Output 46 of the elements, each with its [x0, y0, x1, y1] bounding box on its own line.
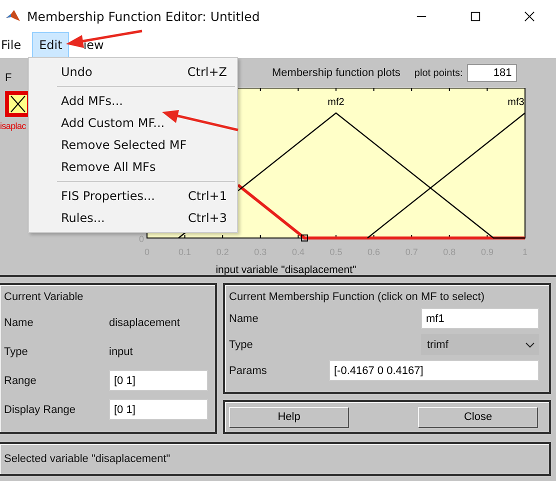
membership-curve[interactable] [238, 112, 525, 239]
dialog-button[interactable]: Close [418, 406, 538, 428]
panel-title: Current Membership Function (click on MF to select) [229, 291, 486, 303]
field-value: disaplacement [109, 316, 180, 328]
plot-title: Membership function plots [272, 67, 400, 79]
variable-block-icon[interactable] [5, 91, 31, 117]
menu-entry[interactable]: FIS Properties... Ctrl+1 [29, 185, 237, 207]
maximize-icon[interactable] [470, 10, 481, 22]
input-field[interactable]: mf1 [421, 308, 539, 329]
handle-icon[interactable] [301, 234, 308, 242]
membership-curve[interactable] [237, 184, 525, 240]
membership-curve[interactable] [367, 112, 526, 238]
menu-entry[interactable]: Remove Selected MF [29, 134, 237, 156]
field-label: Type [4, 346, 29, 358]
panel-title: Current Variable [4, 291, 84, 303]
field-label: Params [229, 364, 267, 376]
axis-label: input variable "disaplacement" [216, 264, 356, 275]
close-icon[interactable] [524, 10, 535, 22]
field-label: Type [229, 338, 253, 350]
input-field[interactable]: [-0.4167 0 0.4167] [329, 360, 539, 381]
menu-entry[interactable]: Remove All MFs [29, 156, 237, 178]
menu-entry[interactable]: Undo Ctrl+Z [29, 61, 237, 83]
curve-label: mf3 [508, 97, 524, 108]
menu-item[interactable]: File [0, 32, 28, 58]
status-text: Selected variable "disaplacement" [4, 453, 170, 465]
plot-points-label: plot points: [414, 68, 463, 78]
chevron-icon [525, 340, 535, 350]
dialog-button[interactable]: Help [229, 406, 349, 428]
field-label: Range [4, 374, 38, 386]
curve-label: mf2 [328, 97, 344, 108]
menu-item[interactable]: Edit [32, 32, 70, 58]
app-icon [5, 8, 21, 24]
menu-entry[interactable]: Add MFs... [29, 90, 237, 112]
field-label: Name [229, 312, 258, 324]
variable-label: isaplac [0, 121, 26, 131]
type-dropdown[interactable]: trimf [421, 334, 539, 355]
field-label: Name [4, 316, 34, 328]
panel-title: F [5, 72, 12, 84]
field-label: Display Range [4, 404, 77, 416]
menu-entry[interactable]: Rules... Ctrl+3 [29, 207, 237, 229]
plot-points-field[interactable]: 181 [466, 64, 517, 82]
window-title: Membership Function Editor: Untitled [27, 8, 260, 24]
input-field[interactable]: [0 1] [109, 370, 208, 391]
input-field[interactable]: [0 1] [109, 399, 208, 420]
field-value: input [109, 346, 133, 358]
menu-entry[interactable]: Add Custom MF... [29, 112, 237, 134]
